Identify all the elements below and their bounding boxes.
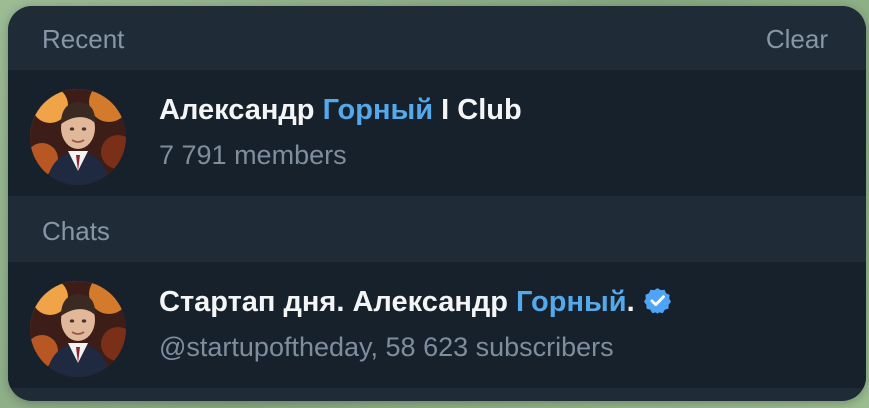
result-subtitle: 7 791 members bbox=[159, 140, 347, 170]
chat-title-suffix: . bbox=[626, 286, 635, 318]
recent-section-title: Recent bbox=[42, 24, 125, 54]
clear-recent-button[interactable]: Clear bbox=[766, 24, 828, 55]
chats-section-title: Chats bbox=[42, 216, 110, 246]
chat-title: Стартап дня. Александр Горный. bbox=[159, 286, 672, 319]
result-title: Александр Горный I Club bbox=[159, 94, 522, 127]
result-title-highlight: Горный bbox=[322, 94, 434, 126]
chat-result-row[interactable]: Стартап дня. Александр Горный. @startupo… bbox=[8, 262, 866, 388]
search-results-panel: Recent Clear Александр Горный I Club 7 7… bbox=[8, 6, 866, 401]
result-title-suffix: I Club bbox=[433, 94, 522, 126]
chat-subtitle: @startupoftheday, 58 623 subscribers bbox=[159, 332, 614, 362]
verified-badge-icon bbox=[643, 286, 672, 315]
channel-avatar bbox=[30, 281, 126, 377]
result-title-prefix: Александр bbox=[159, 94, 323, 126]
recent-section-header: Recent Clear bbox=[8, 6, 866, 70]
chat-title-prefix: Стартап дня. Александр bbox=[159, 286, 517, 318]
recent-result-row[interactable]: Александр Горный I Club 7 791 members bbox=[8, 70, 866, 196]
chats-section-header: Chats bbox=[8, 198, 866, 262]
chat-title-highlight: Горный bbox=[516, 286, 627, 318]
group-avatar bbox=[30, 89, 126, 185]
